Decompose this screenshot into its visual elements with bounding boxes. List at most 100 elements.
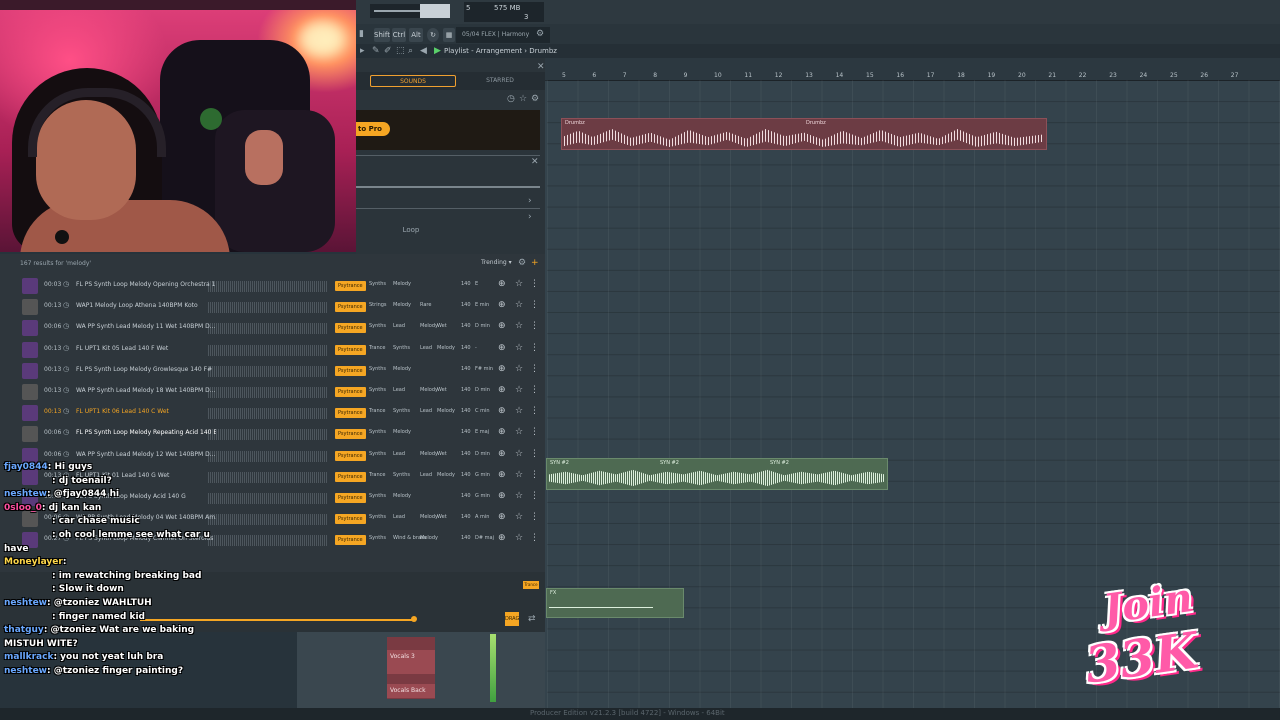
sound-waveform[interactable] [208, 365, 328, 377]
add-to-project-icon[interactable]: ⊕ [498, 300, 506, 310]
chat-username[interactable]: neshtew [4, 489, 47, 499]
add-to-project-icon[interactable]: ⊕ [498, 343, 506, 353]
sound-genre[interactable]: Psytrance [335, 514, 366, 525]
more-options-icon[interactable]: ⋮ [530, 406, 539, 416]
sound-pack-thumbnail[interactable] [22, 426, 38, 443]
sound-genre[interactable]: Psytrance [335, 281, 366, 291]
sound-waveform[interactable] [208, 302, 328, 314]
pattern-selector[interactable] [420, 4, 450, 18]
sound-pack-thumbnail[interactable] [22, 405, 38, 422]
chevron-right-icon[interactable]: › [528, 196, 532, 206]
add-to-project-icon[interactable]: ⊕ [498, 279, 506, 289]
mixer-track-vocals-back[interactable]: Vocals Back [387, 684, 435, 698]
add-to-project-icon[interactable]: ⊕ [498, 427, 506, 437]
sort-dropdown[interactable]: Trending ▾ [481, 259, 512, 266]
more-options-icon[interactable]: ⋮ [530, 491, 539, 501]
chat-username[interactable]: Moneylayer [4, 557, 63, 567]
favorite-star-icon[interactable]: ☆ [515, 512, 523, 522]
chat-username[interactable]: neshtew [4, 666, 47, 676]
sound-genre[interactable]: Psytrance [335, 450, 366, 461]
settings-gear-icon[interactable]: ⚙ [536, 29, 544, 39]
sound-pack-thumbnail[interactable] [22, 320, 38, 337]
shift-button[interactable]: Shift [374, 28, 390, 42]
clip-synth[interactable]: SYN #2 SYN #2 SYN #2 [546, 458, 888, 490]
chat-username[interactable]: neshtew [4, 598, 47, 608]
sound-pack-thumbnail[interactable] [22, 341, 38, 358]
more-options-icon[interactable]: ⋮ [530, 279, 539, 289]
sound-pack-thumbnail[interactable] [22, 299, 38, 316]
sound-genre[interactable]: Psytrance [335, 493, 366, 503]
snap-icon[interactable]: ▦ [443, 28, 455, 42]
sound-waveform[interactable] [208, 514, 328, 526]
add-to-project-icon[interactable]: ⊕ [498, 385, 506, 395]
more-options-icon[interactable]: ⋮ [530, 385, 539, 395]
favorite-star-icon[interactable]: ☆ [515, 321, 523, 331]
add-to-project-icon[interactable]: ⊕ [498, 491, 506, 501]
favorite-star-icon[interactable]: ☆ [515, 279, 523, 289]
chat-username[interactable]: mallkrack [4, 652, 53, 662]
more-options-icon[interactable]: ⋮ [530, 343, 539, 353]
sound-row[interactable]: ◷ 00:13 FL PS Synth Loop Melody Growlesque… [14, 361, 544, 382]
panel-close-icon[interactable]: ✕ [531, 157, 539, 167]
sound-genre[interactable]: Psytrance [335, 365, 366, 376]
sound-waveform[interactable] [208, 281, 328, 292]
favorite-star-icon[interactable]: ☆ [515, 343, 523, 353]
typing-keyboard-icon[interactable]: ↻ [427, 28, 439, 42]
sound-waveform[interactable] [208, 535, 328, 547]
sound-waveform[interactable] [208, 323, 328, 335]
sound-genre[interactable]: Psytrance [335, 471, 366, 482]
add-to-project-icon[interactable]: ⊕ [498, 406, 506, 416]
chat-username[interactable]: thatguy [4, 625, 44, 635]
sound-row[interactable]: ◷ 00:03 FL PS Synth Loop Melody Opening Or… [14, 276, 544, 297]
favorite-star-icon[interactable]: ☆ [515, 470, 523, 480]
sound-genre[interactable]: Psytrance [335, 535, 366, 546]
drag-to-playlist-button[interactable]: DRAG [505, 612, 519, 626]
tab-sounds[interactable]: SOUNDS [370, 75, 456, 87]
menu-arrow-icon[interactable]: ▸ [360, 46, 365, 56]
browser-close-icon[interactable]: ✕ [537, 62, 545, 72]
select-tool-icon[interactable]: ⬚ [396, 46, 405, 56]
add-to-project-icon[interactable]: ⊕ [498, 321, 506, 331]
sound-row[interactable]: ◷ 00:13 WAP1 Melody Loop Athena 140BPM Kot… [14, 297, 544, 318]
draw-tool-icon[interactable]: ✎ [372, 46, 380, 56]
sound-waveform[interactable] [208, 429, 328, 441]
favorite-star-icon[interactable]: ☆ [515, 449, 523, 459]
record-icon[interactable]: ▮ [359, 29, 364, 39]
sound-pack-thumbnail[interactable] [22, 278, 38, 294]
sound-row[interactable]: ◷ 00:06 WA PP Synth Lead Melody 11 Wet 140… [14, 318, 544, 339]
add-to-project-icon[interactable]: ⊕ [498, 470, 506, 480]
add-to-project-icon[interactable]: ⊕ [498, 512, 506, 522]
sound-genre[interactable]: Psytrance [335, 302, 366, 313]
alt-button[interactable]: Alt [409, 28, 423, 42]
sound-waveform[interactable] [208, 450, 328, 462]
sound-row[interactable]: ◷ 00:13 WA PP Synth Lead Melody 18 Wet 140… [14, 382, 544, 403]
more-options-icon[interactable]: ⋮ [530, 533, 539, 543]
sound-genre[interactable]: Psytrance [335, 387, 366, 397]
sound-genre[interactable]: Psytrance [335, 408, 366, 419]
settings-icon[interactable]: ⚙ [531, 94, 539, 104]
upgrade-pro-button[interactable]: to Pro [356, 122, 390, 136]
more-options-icon[interactable]: ⋮ [530, 512, 539, 522]
more-options-icon[interactable]: ⋮ [530, 300, 539, 310]
star-icon[interactable]: ☆ [519, 94, 527, 104]
favorite-star-icon[interactable]: ☆ [515, 300, 523, 310]
add-to-project-icon[interactable]: ⊕ [498, 533, 506, 543]
more-options-icon[interactable]: ⋮ [530, 449, 539, 459]
sound-waveform[interactable] [208, 408, 328, 420]
favorite-star-icon[interactable]: ☆ [515, 406, 523, 416]
add-icon[interactable]: + [531, 258, 539, 268]
add-to-project-icon[interactable]: ⊕ [498, 364, 506, 374]
favorite-star-icon[interactable]: ☆ [515, 533, 523, 543]
more-options-icon[interactable]: ⋮ [530, 427, 539, 437]
more-options-icon[interactable]: ⋮ [530, 321, 539, 331]
chat-username[interactable]: 0sloo_0 [4, 503, 42, 513]
sound-waveform[interactable] [208, 471, 328, 483]
sound-row[interactable]: ◷ 00:06 WA PP Synth Lead Melody 12 Wet 140… [14, 446, 544, 467]
sound-row[interactable]: ◷ 00:13 FL UPT1 Kit 05 Lead 140 F Wet Psytr… [14, 340, 544, 361]
sound-genre[interactable]: Psytrance [335, 323, 366, 334]
sound-waveform[interactable] [208, 387, 328, 398]
clip-drumbz[interactable]: Drumbz Drumbz [561, 118, 1047, 150]
favorite-star-icon[interactable]: ☆ [515, 385, 523, 395]
paint-tool-icon[interactable]: ✐ [384, 46, 392, 56]
preview-progress-handle[interactable] [411, 616, 417, 622]
